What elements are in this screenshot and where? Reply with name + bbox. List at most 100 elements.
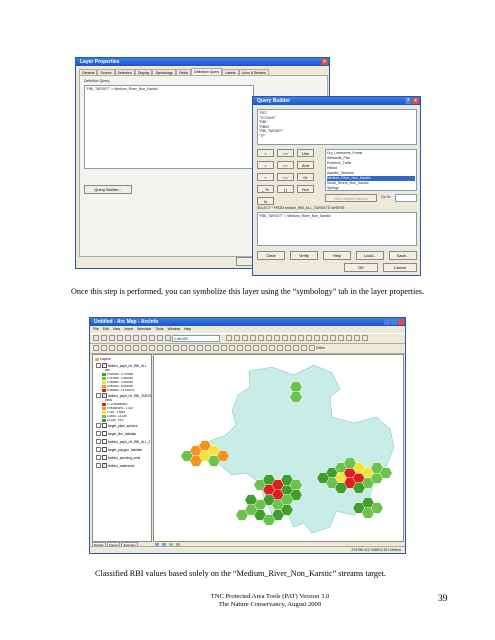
tool-icon[interactable] xyxy=(117,345,123,351)
get-unique-values-button[interactable]: Get Unique Values xyxy=(325,194,377,202)
tool-icon[interactable] xyxy=(261,345,267,351)
tool-icon[interactable] xyxy=(93,345,99,351)
tool-icon[interactable] xyxy=(322,335,328,341)
save-button[interactable]: Save... xyxy=(389,251,417,260)
expand-icon[interactable] xyxy=(96,431,101,436)
close-icon[interactable]: × xyxy=(321,59,328,65)
tool-icon[interactable] xyxy=(173,345,179,351)
qb-ok-button[interactable]: OK xyxy=(344,263,378,272)
expand-icon[interactable] xyxy=(96,447,101,452)
toc-layer-row[interactable]: target_fine_habitats xyxy=(96,431,136,436)
tool-icon[interactable] xyxy=(125,335,131,341)
query-builder-button[interactable]: Query Builder... xyxy=(84,185,132,194)
tool-icon[interactable] xyxy=(362,335,368,341)
tool-icon[interactable] xyxy=(229,345,235,351)
tool-icon[interactable] xyxy=(117,335,123,341)
menu-file[interactable]: File xyxy=(93,326,99,333)
toc-layer-row[interactable]: target_polygon_habitats xyxy=(96,447,142,452)
tool-icon[interactable] xyxy=(149,335,155,341)
clear-button[interactable]: Clear xyxy=(257,251,285,260)
fields-list[interactable]: "FID" "TCOUNT" "RBI" "RBIN" "RBI_TARGET" "TF" xyxy=(257,109,417,145)
help-icon[interactable]: ? xyxy=(405,98,411,104)
toc-layer-row[interactable]: ✓ tedtdor_paph_rbi_RBI_ALL xyxy=(96,363,147,368)
expand-icon[interactable] xyxy=(96,363,101,368)
minimize-icon[interactable] xyxy=(384,319,390,325)
definition-query-field[interactable]: "RBI_TARGET" = Medium_River_Non_Karstic' xyxy=(84,85,254,169)
toc-layer-row[interactable]: tedtdor_paph_rbi_RBI_ALL_2 xyxy=(96,439,150,444)
tool-icon[interactable] xyxy=(250,335,256,341)
editor-menu[interactable]: Editor xyxy=(316,345,325,352)
tool-icon[interactable] xyxy=(306,335,312,341)
tool-icon[interactable] xyxy=(109,345,115,351)
operator-button[interactable]: Is xyxy=(257,197,274,205)
expand-icon[interactable] xyxy=(96,439,101,444)
toc-layer-row[interactable]: ✓ tedtdor_watershed xyxy=(96,463,134,468)
tool-icon[interactable] xyxy=(93,335,99,341)
operator-button[interactable]: > xyxy=(257,161,274,169)
toc-layer-row[interactable]: target_plant_species xyxy=(96,423,137,428)
layer-checkbox[interactable]: ✓ xyxy=(102,463,107,468)
expand-icon[interactable] xyxy=(96,393,101,398)
tool-icon[interactable] xyxy=(226,335,232,341)
tool-icon[interactable] xyxy=(277,345,283,351)
operator-button[interactable]: = xyxy=(257,149,274,157)
layer-checkbox[interactable] xyxy=(102,455,107,460)
menu-edit[interactable]: Edit xyxy=(103,326,109,333)
map-view[interactable] xyxy=(153,354,404,542)
toc-layer-row[interactable]: tedtdor_planning_units xyxy=(96,455,140,460)
tool-icon[interactable] xyxy=(354,335,360,341)
tool-icon[interactable] xyxy=(346,335,352,341)
tool-icon[interactable] xyxy=(181,345,187,351)
tool-icon[interactable] xyxy=(285,345,291,351)
expand-icon[interactable] xyxy=(96,463,101,468)
where-clause-field[interactable]: "RBI_TARGET" = Medium_River_Non_Karstic' xyxy=(257,212,417,246)
expand-icon[interactable] xyxy=(96,423,101,428)
tool-icon[interactable] xyxy=(234,335,240,341)
tool-icon[interactable] xyxy=(101,335,107,341)
operator-button[interactable]: <> xyxy=(277,149,294,157)
tool-icon[interactable] xyxy=(149,345,155,351)
qb-cancel-button[interactable]: Cancel xyxy=(383,263,417,272)
tool-icon[interactable] xyxy=(269,345,275,351)
go-to-input[interactable] xyxy=(395,194,417,202)
tool-icon[interactable] xyxy=(258,335,264,341)
operator-button[interactable]: Or xyxy=(297,173,314,181)
tool-icon[interactable] xyxy=(221,345,227,351)
help-button[interactable]: Help xyxy=(323,251,351,260)
expand-icon[interactable] xyxy=(96,455,101,460)
tool-icon[interactable] xyxy=(165,345,171,351)
menu-tools[interactable]: Tools xyxy=(155,326,163,333)
tool-icon[interactable] xyxy=(293,345,299,351)
tool-icon[interactable] xyxy=(298,335,304,341)
menu-insert[interactable]: Insert xyxy=(124,326,133,333)
menu-view[interactable]: View xyxy=(113,326,121,333)
layer-checkbox[interactable] xyxy=(102,423,107,428)
operator-button[interactable]: Not xyxy=(297,185,314,193)
tool-icon[interactable] xyxy=(109,335,115,341)
menu-help[interactable]: Help xyxy=(184,326,191,333)
load-button[interactable]: Load... xyxy=(356,251,384,260)
tool-icon[interactable] xyxy=(282,335,288,341)
tool-icon[interactable] xyxy=(141,345,147,351)
tool-icon[interactable] xyxy=(338,335,344,341)
tool-icon[interactable] xyxy=(133,335,139,341)
tool-icon[interactable] xyxy=(253,345,259,351)
operator-button[interactable]: < xyxy=(257,173,274,181)
tool-icon[interactable] xyxy=(101,345,107,351)
operator-button[interactable]: And xyxy=(297,161,314,169)
layer-checkbox[interactable] xyxy=(102,447,107,452)
scale-box[interactable]: 1:48,000 xyxy=(172,335,220,342)
menu-window[interactable]: Window xyxy=(168,326,180,333)
tool-icon[interactable] xyxy=(245,345,251,351)
operator-button[interactable]: <= xyxy=(277,173,294,181)
layer-checkbox[interactable] xyxy=(102,439,107,444)
tool-icon[interactable] xyxy=(197,345,203,351)
tool-icon[interactable] xyxy=(237,345,243,351)
layer-checkbox[interactable] xyxy=(102,431,107,436)
tool-icon[interactable] xyxy=(125,345,131,351)
operator-button[interactable]: _ % xyxy=(257,185,274,193)
tool-icon[interactable] xyxy=(157,335,163,341)
tool-icon[interactable] xyxy=(266,335,272,341)
tool-icon[interactable] xyxy=(133,345,139,351)
tool-icon[interactable] xyxy=(165,335,171,341)
